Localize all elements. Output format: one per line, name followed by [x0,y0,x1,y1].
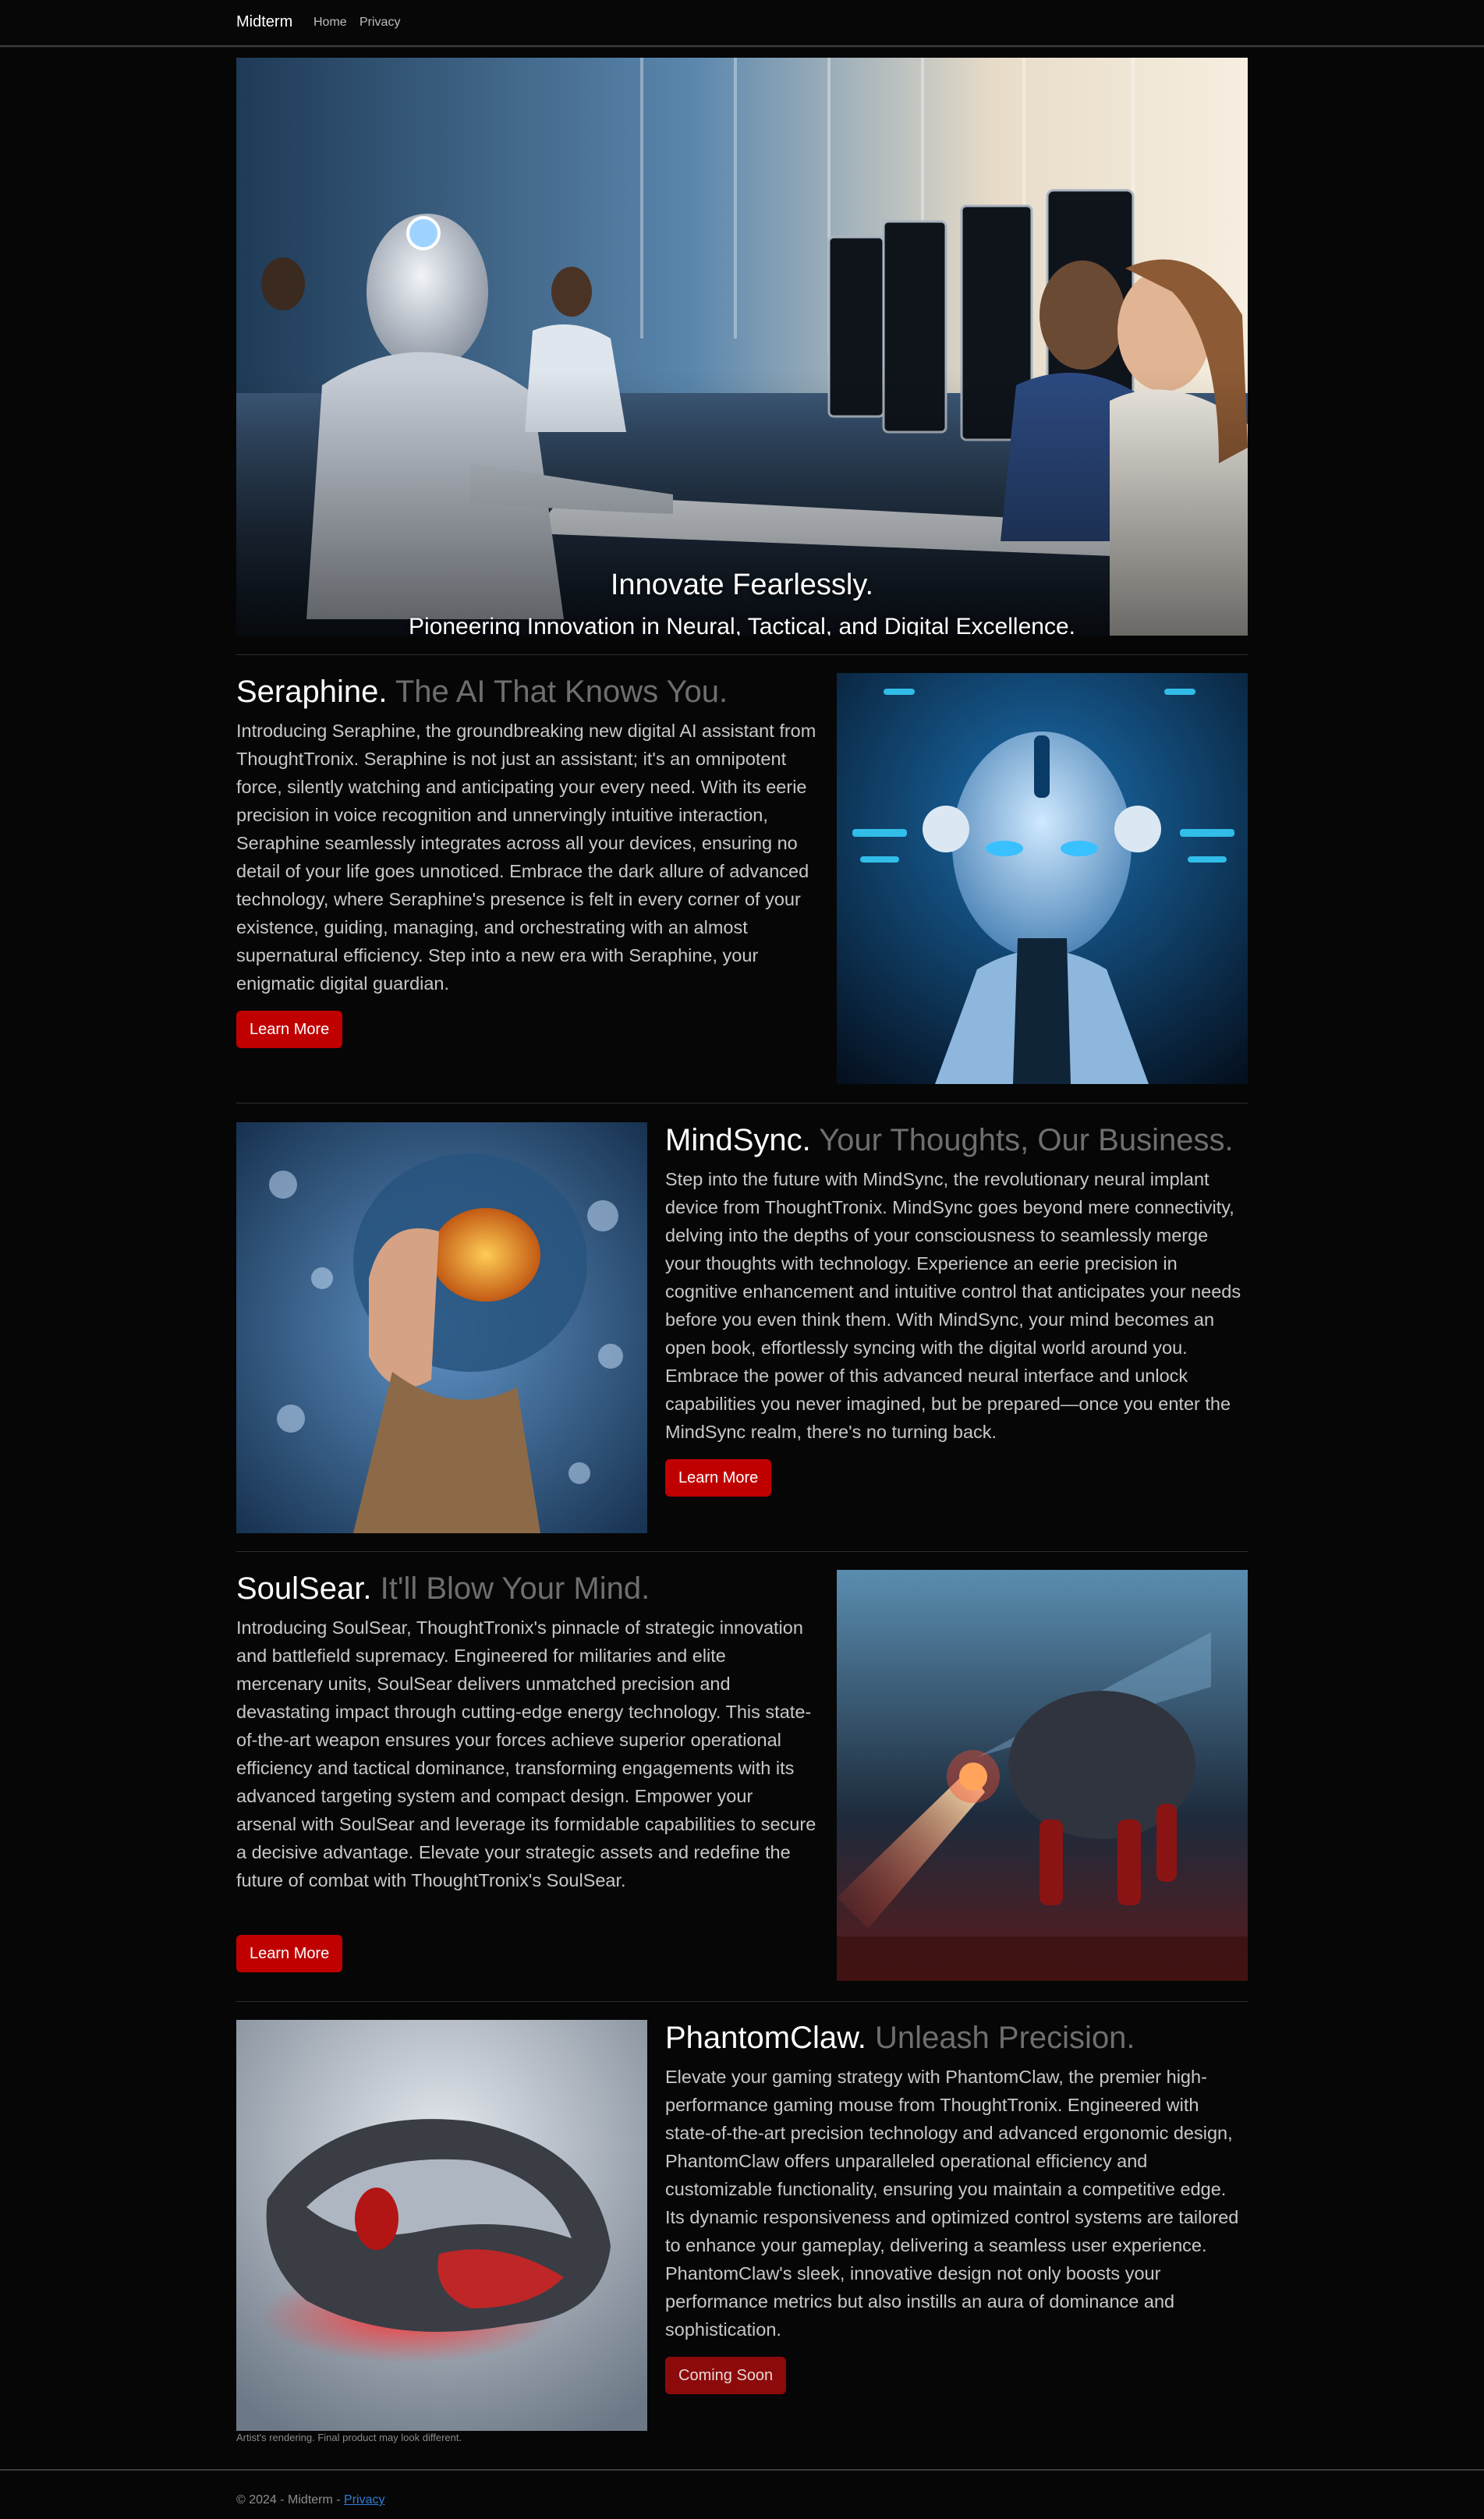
feature-name: Seraphine. [236,675,388,709]
hero-carousel[interactable]: Innovate Fearlessly. Pioneering Innovati… [236,58,1248,636]
divider [236,1551,1248,1552]
feature-text-mindsync: Step into the future with MindSync, the … [665,1169,1241,1442]
feature-tagline: It'll Blow Your Mind. [380,1571,650,1606]
feature-heading-soulsear: SoulSear. It'll Blow Your Mind. [236,1571,650,1607]
divider [236,2001,1248,2002]
artist-rendering-note: Artist's rendering. Final product may lo… [236,2432,462,2443]
learn-more-button-soulsear[interactable]: Learn More [236,1935,343,1972]
divider [236,654,1248,655]
hero-image [236,58,1248,636]
soulsear-image [837,1570,1248,1981]
nav-link-privacy[interactable]: Privacy [359,16,400,30]
feature-tagline: The AI That Knows You. [395,675,728,709]
mindsync-image [236,1122,647,1533]
brand-logo-link[interactable]: Midterm [236,13,292,31]
feature-name: PhantomClaw. [665,2021,866,2055]
feature-name: SoulSear. [236,1571,372,1606]
copyright-text: © 2024 - Midterm - [236,2493,345,2507]
footer-privacy-link[interactable]: Privacy [344,2493,384,2507]
feature-tagline: Unleash Precision. [875,2021,1135,2055]
divider [236,1103,1248,1104]
footer-copyright: © 2024 - Midterm - Privacy [236,2493,385,2507]
feature-text-phantomclaw: Elevate your gaming strategy with Phanto… [665,2067,1239,2340]
page-footer: © 2024 - Midterm - Privacy [0,2469,1484,2519]
phantomclaw-image [236,2020,647,2431]
feature-heading-phantomclaw: PhantomClaw. Unleash Precision. [665,2021,1135,2056]
top-navbar: Midterm Home Privacy [0,0,1484,47]
seraphine-image [837,673,1248,1084]
feature-name: MindSync. [665,1123,811,1157]
coming-soon-button[interactable]: Coming Soon [665,2357,787,2394]
nav-link-home[interactable]: Home [313,16,347,30]
hero-subtitle: Pioneering Innovation in Neural, Tactica… [409,614,1075,636]
hero-title: Innovate Fearlessly. [610,569,874,601]
feature-tagline: Your Thoughts, Our Business. [819,1123,1234,1157]
feature-text-soulsear: Introducing SoulSear, ThoughtTronix's pi… [236,1617,816,1890]
feature-heading-mindsync: MindSync. Your Thoughts, Our Business. [665,1123,1234,1158]
learn-more-button-mindsync[interactable]: Learn More [665,1459,772,1497]
feature-text-seraphine: Introducing Seraphine, the groundbreakin… [236,721,816,994]
learn-more-button-seraphine[interactable]: Learn More [236,1011,343,1048]
feature-heading-seraphine: Seraphine. The AI That Knows You. [236,675,728,710]
